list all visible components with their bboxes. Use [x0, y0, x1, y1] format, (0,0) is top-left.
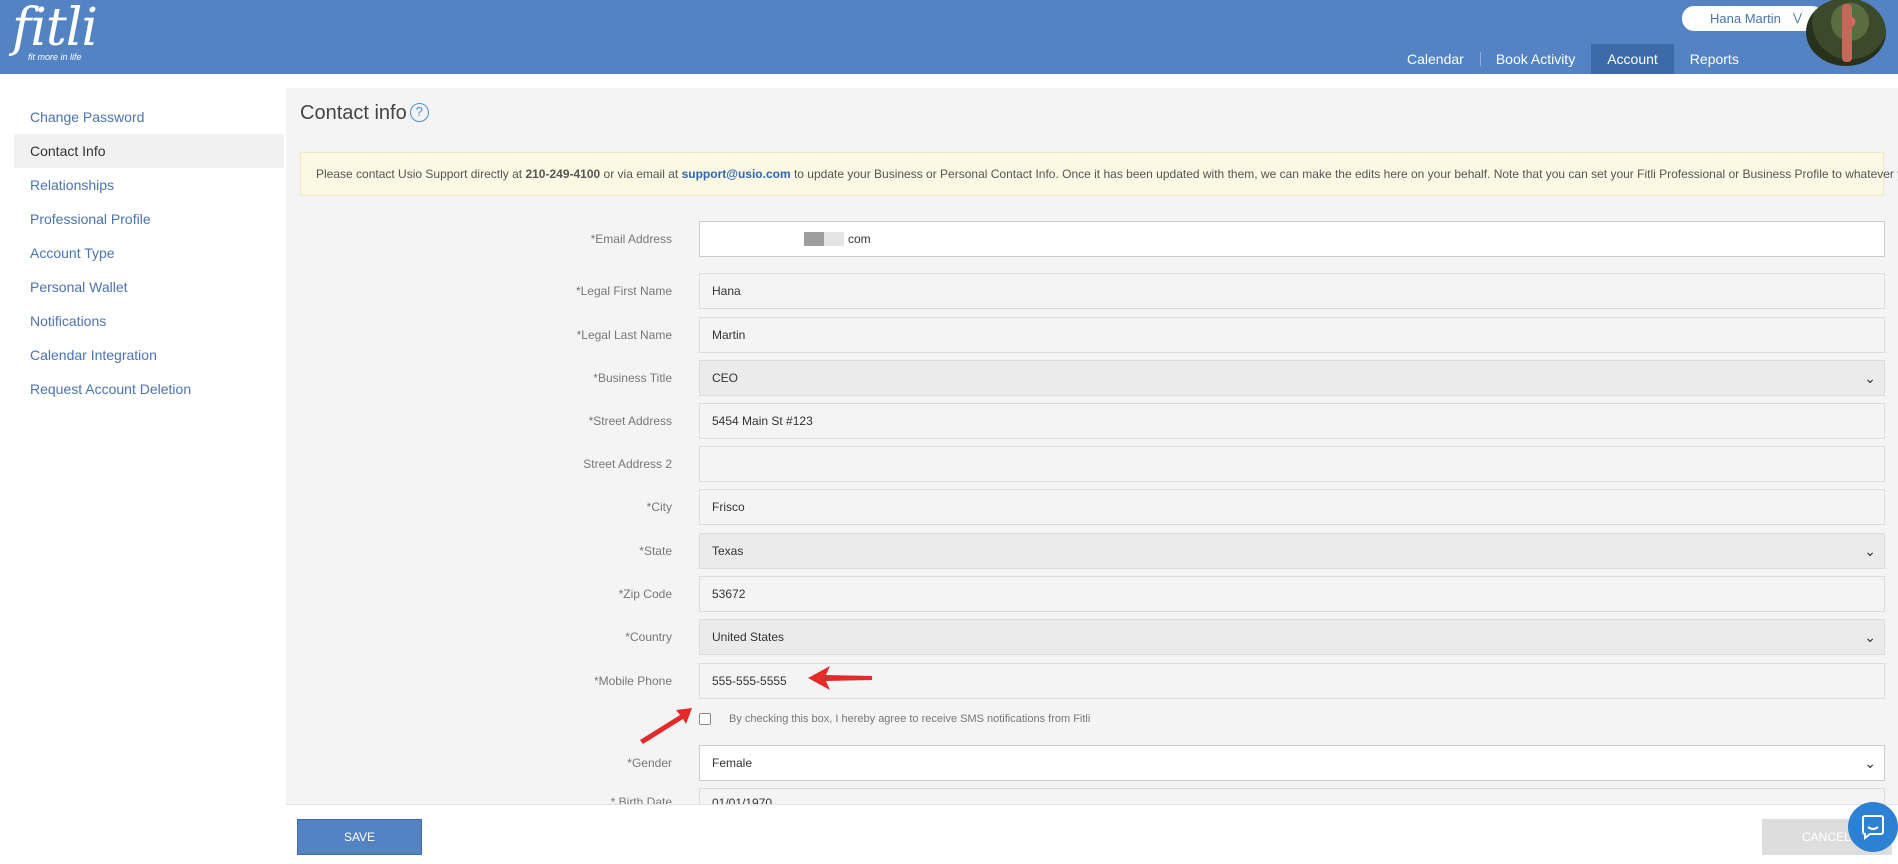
logo-text: fitli — [12, 0, 98, 58]
first-name-label: *Legal First Name — [575, 284, 672, 298]
page-title-text: Contact info — [300, 102, 407, 124]
nav-calendar[interactable]: Calendar — [1391, 44, 1480, 74]
last-name-field[interactable]: Martin — [699, 317, 1885, 353]
email-value-suffix: com — [848, 232, 871, 246]
sidebar-item-change-password[interactable]: Change Password — [14, 100, 284, 134]
mobile-field[interactable]: 555-555-5555 — [699, 663, 1885, 699]
gender-select[interactable]: Female ⌄ — [699, 745, 1885, 781]
user-menu-button[interactable]: Hana Martin ⋁ — [1682, 6, 1824, 31]
sms-consent-label: By checking this box, I hereby agree to … — [729, 713, 1091, 725]
zip-label: *Zip Code — [618, 587, 672, 601]
last-name-row: *Legal Last Name Martin — [286, 317, 1898, 353]
sms-consent-row: By checking this box, I hereby agree to … — [699, 708, 1299, 730]
state-select[interactable]: Texas ⌄ — [699, 533, 1885, 569]
city-field[interactable]: Frisco — [699, 489, 1885, 525]
state-row: *State Texas ⌄ — [286, 533, 1898, 569]
sidebar-item-account-type[interactable]: Account Type — [14, 236, 284, 270]
sidebar-item-relationships[interactable]: Relationships — [14, 168, 284, 202]
sidebar-item-notifications[interactable]: Notifications — [14, 304, 284, 338]
first-name-row: *Legal First Name Hana — [286, 273, 1898, 309]
email-field[interactable]: com — [699, 221, 1885, 257]
street-label: *Street Address — [588, 414, 672, 428]
top-header: fitli fit more in life Hana Martin ⋁ Cal… — [0, 0, 1898, 74]
fitli-logo[interactable]: fitli fit more in life — [12, 0, 98, 62]
red-arrow-icon — [808, 666, 872, 690]
redacted-block — [824, 232, 844, 246]
chevron-down-icon: ⌄ — [1864, 543, 1876, 559]
chevron-down-icon: ⌄ — [1864, 755, 1876, 771]
notice-email-link[interactable]: support@usio.com — [682, 167, 791, 181]
sidebar-item-professional-profile[interactable]: Professional Profile — [14, 202, 284, 236]
support-notice: Please contact Usio Support directly at … — [300, 152, 1898, 196]
gender-row: *Gender Female ⌄ — [286, 745, 1898, 781]
chevron-down-icon: ⋁ — [1792, 12, 1802, 24]
mobile-row: *Mobile Phone 555-555-5555 — [286, 663, 1898, 699]
business-title-value: CEO — [712, 371, 739, 385]
chevron-down-icon: ⌄ — [1864, 370, 1876, 386]
country-row: *Country United States ⌄ — [286, 619, 1898, 655]
email-label: *Email Address — [590, 232, 672, 246]
nav-book-activity[interactable]: Book Activity — [1479, 44, 1591, 74]
notice-suffix: to update your Business or Personal Cont… — [793, 167, 1898, 181]
sidebar-item-contact-info[interactable]: Contact Info — [14, 134, 284, 168]
avatar[interactable] — [1806, 0, 1886, 66]
account-sidebar: Change Password Contact Info Relationshi… — [14, 100, 284, 406]
chat-support-button[interactable] — [1848, 802, 1898, 852]
country-value: United States — [712, 630, 785, 644]
chat-icon — [1862, 815, 1884, 840]
zip-field[interactable]: 53672 — [699, 576, 1885, 612]
city-label: *City — [646, 500, 672, 514]
nav-reports[interactable]: Reports — [1674, 44, 1755, 74]
birth-date-label: * Birth Date — [610, 795, 672, 804]
logo-tagline: fit more in life — [28, 52, 82, 62]
business-title-select[interactable]: CEO ⌄ — [699, 360, 1885, 396]
birth-date-row: * Birth Date 01/01/1970 — [286, 788, 1898, 804]
street2-label: Street Address 2 — [583, 457, 672, 471]
business-title-row: *Business Title CEO ⌄ — [286, 360, 1898, 396]
city-row: *City Frisco — [286, 489, 1898, 525]
redacted-block — [804, 232, 824, 246]
main-nav: Calendar Book Activity Account Reports — [1391, 44, 1755, 74]
help-icon[interactable]: ? — [409, 103, 429, 122]
red-arrow-icon — [640, 708, 692, 744]
street2-row: Street Address 2 — [286, 446, 1898, 482]
country-select[interactable]: United States ⌄ — [699, 619, 1885, 655]
gender-value: Female — [712, 756, 753, 770]
form-footer: SAVE CANCEL — [286, 804, 1898, 864]
mobile-label: *Mobile Phone — [593, 674, 672, 688]
street-field[interactable]: 5454 Main St #123 — [699, 403, 1885, 439]
user-name: Hana Martin — [1710, 11, 1781, 26]
sidebar-item-personal-wallet[interactable]: Personal Wallet — [14, 270, 284, 304]
sms-consent-checkbox[interactable] — [699, 713, 711, 725]
notice-phone: 210-249-4100 — [525, 167, 601, 181]
save-button[interactable]: SAVE — [297, 819, 422, 855]
state-label: *State — [639, 544, 672, 558]
page-title: Contact info? — [300, 102, 429, 125]
street-row: *Street Address 5454 Main St #123 — [286, 403, 1898, 439]
nav-account[interactable]: Account — [1591, 44, 1674, 74]
birth-date-field[interactable]: 01/01/1970 — [699, 788, 1885, 804]
gender-label: *Gender — [627, 756, 672, 770]
chevron-down-icon: ⌄ — [1864, 629, 1876, 645]
email-row: *Email Address com — [286, 221, 1898, 257]
country-label: *Country — [625, 630, 672, 644]
street2-field[interactable] — [699, 446, 1885, 482]
notice-prefix: Please contact Usio Support directly at — [316, 167, 523, 181]
last-name-label: *Legal Last Name — [576, 328, 672, 342]
state-value: Texas — [712, 544, 744, 558]
first-name-field[interactable]: Hana — [699, 273, 1885, 309]
business-title-label: *Business Title — [593, 371, 672, 385]
sidebar-item-request-account-deletion[interactable]: Request Account Deletion — [14, 372, 284, 406]
zip-row: *Zip Code 53672 — [286, 576, 1898, 612]
notice-middle: or via email at — [603, 167, 679, 181]
sidebar-item-calendar-integration[interactable]: Calendar Integration — [14, 338, 284, 372]
contact-info-panel: Contact info? Please contact Usio Suppor… — [286, 88, 1898, 804]
